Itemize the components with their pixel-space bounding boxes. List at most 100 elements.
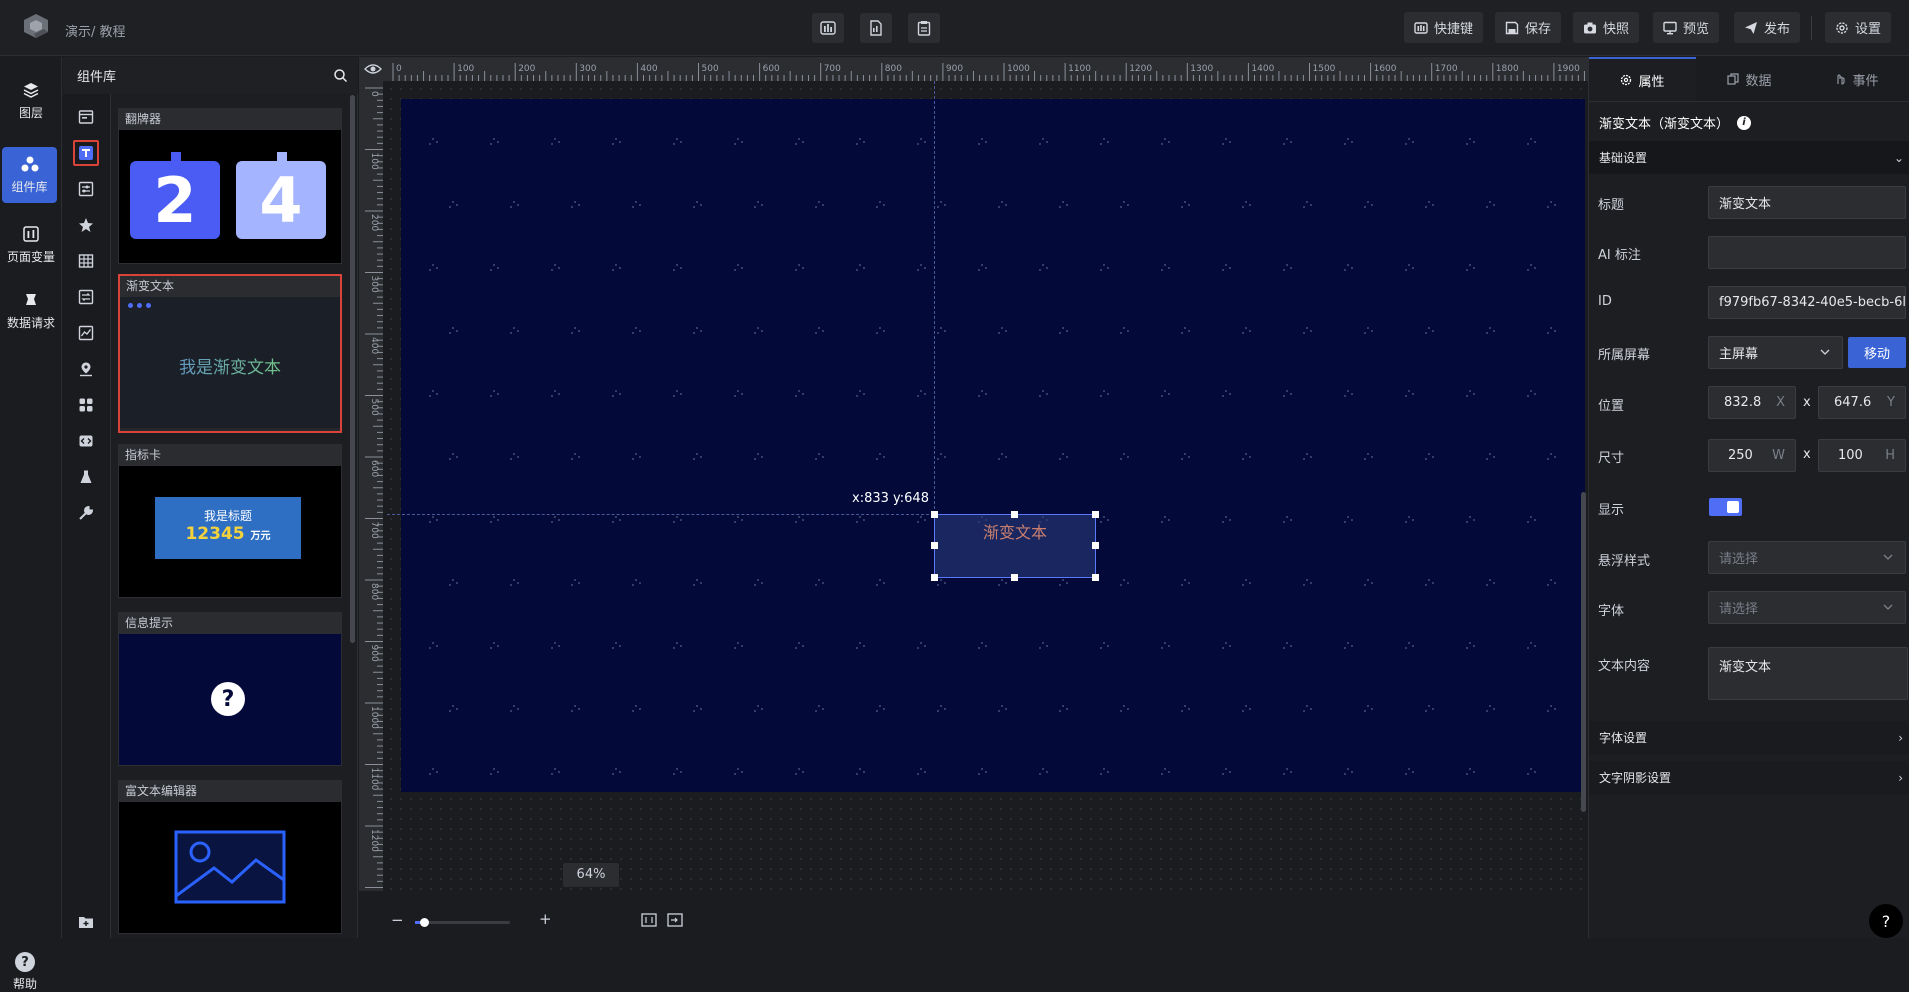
design-stage[interactable] xyxy=(401,99,1585,792)
resize-handle-ne[interactable] xyxy=(1092,511,1099,518)
stage-dot xyxy=(497,519,499,521)
tab-properties[interactable]: 属性 xyxy=(1589,57,1696,101)
stage-dot xyxy=(859,390,861,392)
zoom-slider[interactable] xyxy=(415,918,510,927)
floating-help-button[interactable]: ? xyxy=(1869,904,1903,938)
expand-icon[interactable] xyxy=(667,913,683,927)
shortcut-button[interactable]: 快捷键 xyxy=(1404,12,1484,43)
sliders-icon[interactable] xyxy=(73,176,99,202)
settings-button[interactable]: 设置 xyxy=(1825,12,1892,43)
resize-handle-n[interactable] xyxy=(1011,511,1018,518)
line-chart-icon[interactable] xyxy=(73,320,99,346)
stage-dot xyxy=(876,458,878,460)
tab-data[interactable]: 数据 xyxy=(1696,57,1803,101)
visible-toggle[interactable] xyxy=(1709,498,1742,516)
resize-handle-nw[interactable] xyxy=(931,511,938,518)
stage-dot xyxy=(1432,204,1434,206)
nav-item-components[interactable]: 组件库 xyxy=(2,147,57,203)
tab-events[interactable]: 事件 xyxy=(1803,57,1909,101)
stage-dot xyxy=(734,143,736,145)
app-logo-icon[interactable] xyxy=(20,10,52,42)
save-button[interactable]: 保存 xyxy=(1495,12,1562,43)
stage-dot-pattern xyxy=(429,138,1556,775)
stage-dot xyxy=(1168,141,1170,143)
nav-item-data-request[interactable]: 数据请求 xyxy=(0,283,62,339)
id-input[interactable]: f979fb67-8342-40e5-becb-6l xyxy=(1708,286,1906,319)
preview-button[interactable]: 预览 xyxy=(1653,12,1720,43)
zoom-value[interactable]: 64% xyxy=(563,863,619,887)
map-pin-icon[interactable] xyxy=(73,356,99,382)
selected-gradient-text-element[interactable]: 渐变文本 xyxy=(934,514,1096,578)
publish-button[interactable]: 发布 xyxy=(1734,12,1801,43)
stage-dot xyxy=(513,705,515,707)
component-card-gradient-text[interactable]: 渐变文本 我是渐变文本 xyxy=(118,274,342,433)
ruler-label: 1400 xyxy=(1251,64,1274,74)
component-card-rich-text[interactable]: 富文本编辑器 xyxy=(118,780,342,934)
fit-screen-icon[interactable] xyxy=(641,913,657,927)
vertical-ruler[interactable]: 0 100 200 300 400 500 600 700 800 900 1000 1100 1200 xyxy=(359,81,383,891)
stage-dot xyxy=(985,645,987,647)
search-icon[interactable] xyxy=(333,68,348,83)
switch-icon[interactable] xyxy=(73,284,99,310)
screen-select[interactable]: 主屏幕 xyxy=(1708,336,1843,369)
position-x-input[interactable]: 832.8 X xyxy=(1708,386,1796,419)
stage-dot xyxy=(1303,332,1305,334)
size-height-input[interactable]: 100 H xyxy=(1818,439,1906,472)
title-input[interactable]: 渐变文本 xyxy=(1708,186,1906,219)
ai-annotation-input[interactable] xyxy=(1708,236,1906,269)
section-font-settings[interactable]: 字体设置 › xyxy=(1589,721,1909,754)
grid-icon[interactable] xyxy=(73,392,99,418)
stage-dot xyxy=(1005,456,1007,458)
size-width-input[interactable]: 250 W xyxy=(1708,439,1796,472)
stage-dot xyxy=(493,642,495,644)
resize-handle-se[interactable] xyxy=(1092,574,1099,581)
hover-style-select[interactable]: 请选择 xyxy=(1708,541,1906,574)
component-card-metric[interactable]: 指标卡 我是标题 12345 万元 xyxy=(118,444,342,598)
nav-item-layers[interactable]: 图层 xyxy=(0,73,62,129)
text-icon[interactable] xyxy=(73,140,99,166)
tools-icon[interactable] xyxy=(73,500,99,526)
clipboard-icon[interactable] xyxy=(908,13,940,43)
breadcrumb[interactable]: 演示/ 教程 xyxy=(65,21,126,40)
ruler-label: 300 xyxy=(369,276,379,293)
section-text-shadow[interactable]: 文字阴影设置 › xyxy=(1589,761,1909,794)
stage-dot xyxy=(1242,332,1244,334)
stage-dot xyxy=(639,456,641,458)
chart-bars-icon[interactable] xyxy=(812,13,844,43)
canvas-scrollbar[interactable] xyxy=(1581,492,1586,812)
layers-icon xyxy=(22,81,40,99)
eye-icon[interactable] xyxy=(363,60,383,78)
snapshot-button[interactable]: 快照 xyxy=(1573,12,1640,43)
media-icon[interactable] xyxy=(73,428,99,454)
position-y-input[interactable]: 647.6 Y xyxy=(1818,386,1906,419)
stage-dot xyxy=(1059,584,1061,586)
text-content-textarea[interactable]: 渐变文本 xyxy=(1708,647,1908,700)
zoom-out-icon[interactable]: − xyxy=(391,911,404,929)
resize-handle-e[interactable] xyxy=(1092,542,1099,549)
horizontal-ruler[interactable]: 0 100 200 300 400 500 600 700 800 900 1000 1100 1200… xyxy=(387,57,1588,81)
move-button[interactable]: 移动 xyxy=(1848,337,1906,368)
zoom-in-icon[interactable]: + xyxy=(539,910,552,928)
stage-dot xyxy=(998,710,1000,712)
info-icon[interactable]: i xyxy=(1737,115,1752,130)
flask-icon[interactable] xyxy=(73,464,99,490)
resize-handle-s[interactable] xyxy=(1011,574,1018,581)
folder-add-icon[interactable] xyxy=(73,912,99,932)
help-button[interactable]: ? 帮助 xyxy=(0,952,50,992)
component-card-flip[interactable]: 翻牌器 2 4 xyxy=(118,108,342,264)
stage-dot xyxy=(452,453,454,455)
resize-handle-w[interactable] xyxy=(931,542,938,549)
card-icon[interactable] xyxy=(73,104,99,130)
component-card-info-tip[interactable]: 信息提示 ? xyxy=(118,612,342,766)
resize-handle-sw[interactable] xyxy=(931,574,938,581)
ruler-label: 1800 xyxy=(1496,64,1519,74)
document-chart-icon[interactable] xyxy=(860,13,892,43)
table-icon[interactable] xyxy=(73,248,99,274)
section-basic-settings[interactable]: 基础设置 ⌄ xyxy=(1589,141,1909,174)
star-icon[interactable] xyxy=(73,212,99,238)
zoom-slider-thumb[interactable] xyxy=(419,918,429,927)
nav-item-variables[interactable]: 页面变量 xyxy=(0,217,62,273)
variable-icon xyxy=(22,225,40,243)
library-scrollbar[interactable] xyxy=(350,95,355,643)
font-select[interactable]: 请选择 xyxy=(1708,591,1906,624)
